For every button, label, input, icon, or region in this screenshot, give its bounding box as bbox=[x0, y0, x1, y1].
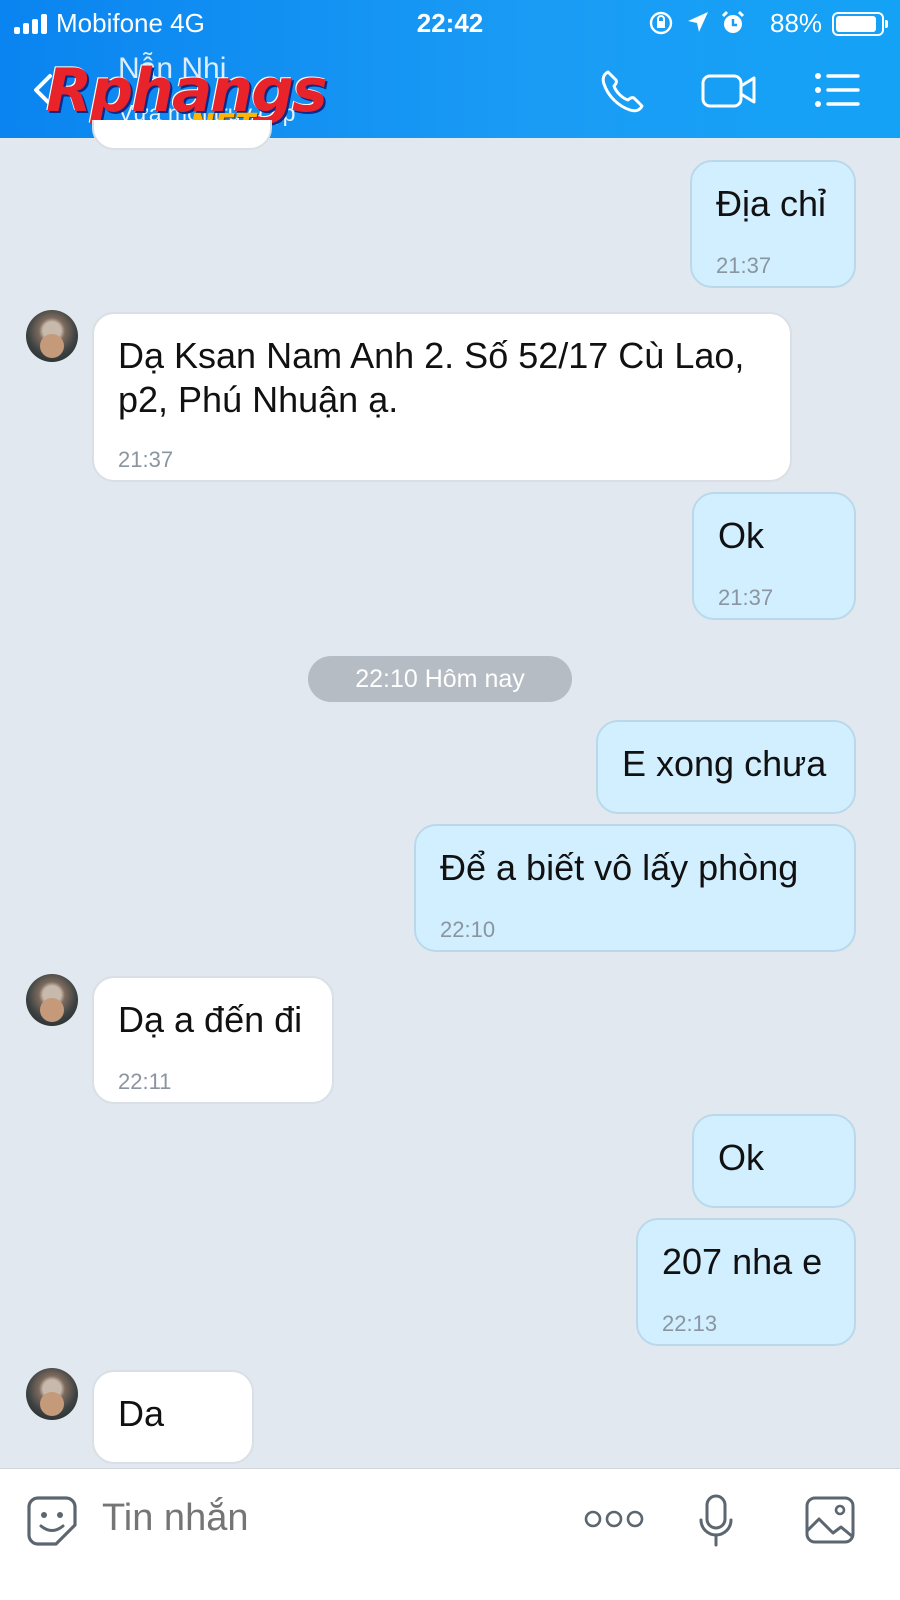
message-time: 21:37 bbox=[718, 585, 774, 610]
message-bubble-outgoing[interactable]: Địa chỉ 21:37 bbox=[690, 160, 856, 288]
location-icon bbox=[688, 12, 708, 32]
rotation-lock-icon bbox=[649, 11, 673, 35]
phone-icon[interactable] bbox=[598, 66, 648, 114]
status-bar: Mobifone 4G 22:42 88% bbox=[0, 0, 900, 46]
status-time: 22:42 bbox=[416, 8, 484, 38]
avatar[interactable] bbox=[26, 1368, 78, 1420]
message-text: Da bbox=[118, 1393, 165, 1434]
message-bubble-outgoing[interactable]: E xong chưa bbox=[596, 720, 856, 814]
image-icon[interactable] bbox=[804, 1495, 856, 1545]
message-text: Ok bbox=[718, 1137, 765, 1178]
message-time: 22:13 bbox=[662, 1311, 718, 1336]
message-input[interactable] bbox=[102, 1497, 542, 1540]
top-bar: Mobifone 4G 22:42 88% Nẫn Nhi Vừa mới tr… bbox=[0, 0, 900, 143]
alarm-icon bbox=[721, 10, 745, 33]
message-bubble-incoming[interactable]: Da bbox=[92, 1370, 254, 1464]
message-text: Địa chỉ bbox=[716, 183, 827, 224]
message-time: 22:11 bbox=[118, 1069, 172, 1094]
message-text: Dạ Ksan Nam Anh 2. Số 52/17 Cù Lao, bbox=[118, 335, 745, 376]
message-bubble-incoming[interactable]: Dạ a đến đi 22:11 bbox=[92, 976, 334, 1104]
message-text: Dạ a đến đi bbox=[118, 999, 303, 1040]
message-bubble-outgoing[interactable]: 207 nha e 22:13 bbox=[636, 1218, 856, 1346]
message-bubble-outgoing[interactable]: Ok 21:37 bbox=[692, 492, 856, 620]
message-bubble-incoming[interactable]: Dạ Ksan Nam Anh 2. Số 52/17 Cù Lao, p2, … bbox=[92, 312, 792, 482]
message-bubble-outgoing[interactable]: Để a biết vô lấy phòng 22:10 bbox=[414, 824, 856, 952]
message-text: 207 nha e bbox=[662, 1241, 823, 1282]
watermark-logo: Rphangs .NET bbox=[46, 56, 328, 143]
message-text-line2: p2, Phú Nhuận ạ. bbox=[118, 379, 399, 420]
message-text: Ok bbox=[718, 515, 765, 556]
message-bubble-outgoing[interactable]: Ok bbox=[692, 1114, 856, 1208]
avatar[interactable] bbox=[26, 974, 78, 1026]
battery-icon bbox=[832, 12, 888, 36]
avatar[interactable] bbox=[26, 310, 78, 362]
message-input-bar bbox=[0, 1468, 900, 1600]
battery-percent: 88% bbox=[770, 8, 823, 38]
more-icon[interactable] bbox=[584, 1509, 644, 1529]
sticker-icon[interactable] bbox=[26, 1495, 78, 1547]
video-call-icon[interactable] bbox=[700, 66, 758, 114]
message-bubble-partial bbox=[92, 120, 272, 150]
menu-list-icon[interactable] bbox=[812, 66, 862, 114]
message-time: 22:10 bbox=[440, 917, 496, 942]
message-time: 21:37 bbox=[716, 253, 772, 278]
message-time: 21:37 bbox=[118, 447, 174, 472]
message-text: E xong chưa bbox=[622, 743, 827, 784]
microphone-icon[interactable] bbox=[698, 1493, 734, 1549]
date-separator: 22:10 Hôm nay bbox=[308, 656, 572, 702]
message-text: Để a biết vô lấy phòng bbox=[440, 847, 799, 888]
